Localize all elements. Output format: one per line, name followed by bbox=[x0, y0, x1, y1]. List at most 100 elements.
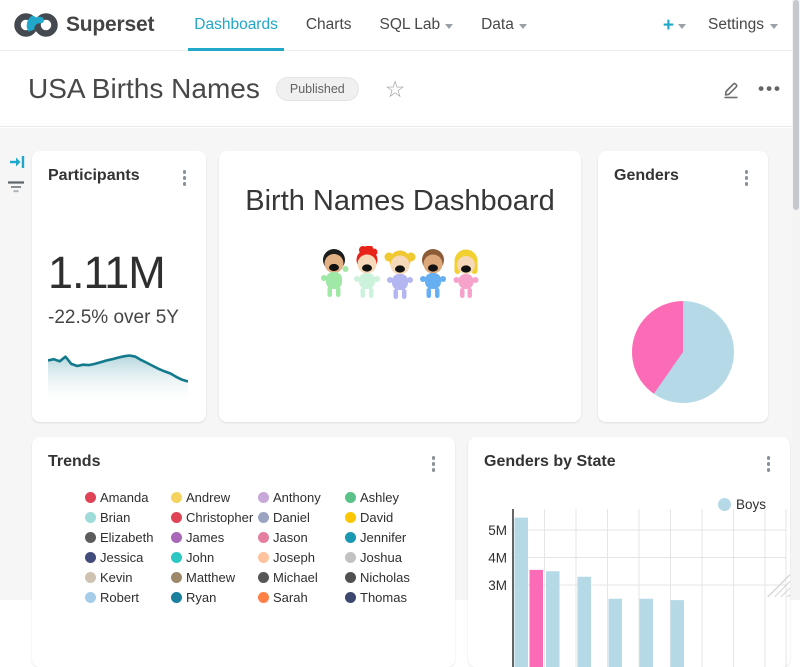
scrollbar-track[interactable] bbox=[792, 0, 800, 600]
nav-tab-dashboards[interactable]: Dashboards bbox=[180, 0, 292, 51]
legend-item[interactable]: Matthew bbox=[171, 571, 258, 585]
card-genders: Genders bbox=[598, 151, 768, 422]
y-axis-tick: 4M bbox=[488, 551, 507, 566]
legend-item[interactable]: James bbox=[171, 531, 258, 545]
legend-label: Thomas bbox=[360, 590, 407, 605]
legend-label: Nicholas bbox=[360, 570, 410, 585]
y-axis-tick: 3M bbox=[488, 578, 507, 593]
legend-item[interactable]: John bbox=[171, 551, 258, 565]
card-birth-names: Birth Names Dashboard bbox=[219, 151, 581, 422]
header-actions: ••• bbox=[720, 78, 782, 100]
legend-label: Elizabeth bbox=[100, 530, 153, 545]
y-axis-tick: 5M bbox=[488, 523, 507, 538]
legend-label: Anthony bbox=[273, 490, 321, 505]
legend-dot-icon bbox=[85, 492, 96, 503]
genders-pie[interactable] bbox=[632, 301, 734, 403]
genders-by-state-bar-chart[interactable]: 5M 4M 3M bbox=[468, 499, 790, 667]
chevron-down-icon bbox=[678, 24, 686, 29]
navbar-right: + Settings bbox=[663, 16, 778, 35]
card-participants: Participants 1.11M -22.5% over 5Y bbox=[32, 151, 206, 422]
legend-dot-icon bbox=[258, 592, 269, 603]
card-genders-by-state: Genders by State Boys 5M4M3M bbox=[468, 437, 790, 667]
card-title: Participants bbox=[48, 167, 140, 185]
legend-dot-icon bbox=[258, 492, 269, 503]
legend-dot-icon bbox=[171, 592, 182, 603]
legend-dot-icon bbox=[171, 492, 182, 503]
legend-item[interactable]: David bbox=[345, 511, 439, 525]
legend-dot-icon bbox=[85, 512, 96, 523]
legend-label: Andrew bbox=[186, 490, 230, 505]
brand-name: Superset bbox=[66, 13, 154, 37]
legend-label: Joshua bbox=[360, 550, 402, 565]
dashboard-header: USA Births Names Published ☆ ••• bbox=[0, 52, 800, 127]
nav-tab-sql-lab[interactable]: SQL Lab bbox=[366, 0, 468, 51]
bar-boys[interactable] bbox=[671, 600, 685, 667]
settings-menu[interactable]: Settings bbox=[708, 16, 778, 34]
legend-item[interactable]: Michael bbox=[258, 571, 345, 585]
legend-item[interactable]: Nicholas bbox=[345, 571, 439, 585]
legend-item[interactable]: Kevin bbox=[85, 571, 171, 585]
legend-label: Joseph bbox=[273, 550, 315, 565]
legend-dot-icon bbox=[345, 532, 356, 543]
legend-dot-icon bbox=[258, 512, 269, 523]
legend-item[interactable]: Christopher bbox=[171, 511, 258, 525]
legend-item[interactable]: Jennifer bbox=[345, 531, 439, 545]
legend-dot-icon bbox=[171, 552, 182, 563]
legend-item[interactable]: Jessica bbox=[85, 551, 171, 565]
legend-item[interactable]: Daniel bbox=[258, 511, 345, 525]
card-title: Genders bbox=[614, 167, 679, 185]
legend-item[interactable]: Brian bbox=[85, 511, 171, 525]
legend-dot-icon bbox=[171, 532, 182, 543]
legend-item[interactable]: Joseph bbox=[258, 551, 345, 565]
legend-item[interactable]: Robert bbox=[85, 591, 171, 605]
kebab-menu-icon[interactable] bbox=[763, 453, 775, 475]
kebab-menu-icon[interactable] bbox=[741, 167, 753, 189]
kebab-menu-icon[interactable] bbox=[179, 167, 191, 189]
big-number-value: 1.11M bbox=[48, 247, 190, 299]
legend-item[interactable]: Elizabeth bbox=[85, 531, 171, 545]
legend-item[interactable]: Anthony bbox=[258, 491, 345, 505]
legend-item[interactable]: Joshua bbox=[345, 551, 439, 565]
favorite-star-icon[interactable]: ☆ bbox=[385, 78, 406, 101]
children-illustration bbox=[316, 246, 484, 302]
bar-boys[interactable] bbox=[515, 518, 529, 667]
legend-item[interactable]: Sarah bbox=[258, 591, 345, 605]
chevron-down-icon bbox=[519, 24, 527, 29]
kebab-menu-icon[interactable] bbox=[428, 453, 440, 475]
infinity-logo-icon bbox=[14, 12, 58, 38]
legend-label: Amanda bbox=[100, 490, 148, 505]
legend-label: Brian bbox=[100, 510, 130, 525]
legend-label: Matthew bbox=[186, 570, 235, 585]
bar-boys[interactable] bbox=[546, 571, 560, 667]
scrollbar-thumb[interactable] bbox=[793, 0, 799, 210]
ellipsis-menu-icon[interactable]: ••• bbox=[758, 79, 782, 99]
bar-boys[interactable] bbox=[609, 599, 623, 667]
legend-item[interactable]: Ashley bbox=[345, 491, 439, 505]
new-item-button[interactable]: + bbox=[663, 16, 686, 35]
legend-dot-icon bbox=[85, 552, 96, 563]
chevron-down-icon bbox=[445, 24, 453, 29]
legend-item[interactable]: Amanda bbox=[85, 491, 171, 505]
legend-label: Jason bbox=[273, 530, 308, 545]
legend-label: Jessica bbox=[100, 550, 143, 565]
legend-item[interactable]: Andrew bbox=[171, 491, 258, 505]
expand-filter-bar-icon[interactable] bbox=[9, 154, 26, 170]
bar-boys[interactable] bbox=[578, 577, 592, 667]
published-badge[interactable]: Published bbox=[276, 77, 359, 101]
legend-item[interactable]: Jason bbox=[258, 531, 345, 545]
filter-list-icon[interactable] bbox=[7, 180, 25, 194]
edit-pencil-icon[interactable] bbox=[720, 78, 742, 100]
nav-tab-charts[interactable]: Charts bbox=[292, 0, 366, 51]
legend-label: James bbox=[186, 530, 224, 545]
bar-boys[interactable] bbox=[640, 599, 654, 667]
legend-item[interactable]: Thomas bbox=[345, 591, 439, 605]
legend-label: Robert bbox=[100, 590, 139, 605]
legend-item[interactable]: Ryan bbox=[171, 591, 258, 605]
bar-girls[interactable] bbox=[530, 570, 544, 667]
legend-label: Jennifer bbox=[360, 530, 406, 545]
trends-legend: Amanda Andrew Anthony Ashley Brian Christophe… bbox=[85, 491, 439, 605]
navbar: Superset Dashboards Charts SQL Lab Data … bbox=[0, 0, 800, 51]
superset-logo[interactable]: Superset bbox=[14, 12, 154, 38]
legend-dot-icon bbox=[345, 552, 356, 563]
nav-tab-data[interactable]: Data bbox=[467, 0, 541, 51]
